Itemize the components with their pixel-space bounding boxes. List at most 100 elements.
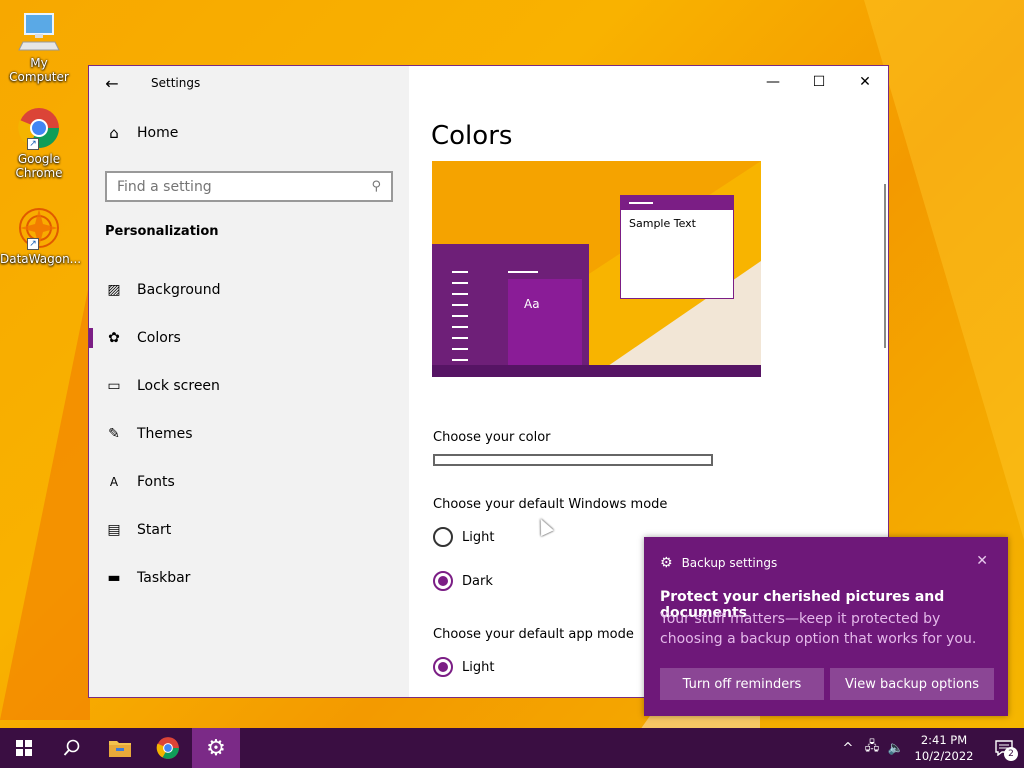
shortcut-arrow-icon: ↗ (27, 138, 39, 150)
personalization-nav: ▨ Background ✿ Colors ▭ Lock screen ✎ Th… (89, 266, 409, 602)
page-title: Colors (431, 121, 513, 151)
start-button[interactable] (0, 728, 48, 768)
desktop-icon-label: Google Chrome (15, 152, 63, 180)
titlebar: ← Settings (89, 66, 409, 100)
back-button[interactable]: ← (89, 66, 135, 100)
action-center-button[interactable]: 2 (984, 728, 1024, 768)
app-mode-label: Choose your default app mode (433, 627, 634, 642)
back-arrow-icon: ← (105, 73, 119, 93)
toast-close-button[interactable]: ✕ (976, 553, 988, 569)
datawagon-icon: ↗ (17, 206, 61, 250)
app-mode-light-radio[interactable]: Light (433, 657, 494, 677)
maximize-button[interactable]: ☐ (796, 66, 842, 98)
preview-tile: Aa (508, 279, 582, 368)
desktop-icon-google-chrome[interactable]: ↗ Google Chrome (0, 106, 78, 180)
close-icon: ✕ (976, 553, 988, 569)
content-scrollbar[interactable] (884, 184, 886, 348)
clock-date: 10/2/2022 (914, 749, 974, 763)
windows-mode-dark-radio[interactable]: Dark (433, 571, 493, 591)
image-icon: ▨ (107, 282, 121, 298)
toast-body: Your stuff matters—keep it protected by … (660, 611, 977, 647)
gear-icon: ⚙ (660, 555, 673, 571)
toast-buttons: Turn off reminders View backup options (660, 668, 994, 700)
fonts-icon: A (109, 475, 119, 489)
search-icon (63, 739, 80, 756)
desktop-icon-datawagon[interactable]: ↗ DataWagon... (0, 206, 82, 266)
nav-item-label: Themes (137, 426, 193, 442)
windows-mode-light-radio[interactable]: Light (433, 527, 494, 547)
settings-taskbar-button[interactable]: ⚙ (192, 728, 240, 768)
volume-icon[interactable]: 🔈 (884, 741, 908, 756)
radio-button (433, 527, 453, 547)
preview-taskbar (432, 365, 761, 377)
search-taskbar-button[interactable] (48, 728, 96, 768)
color-dropdown[interactable] (433, 454, 713, 466)
chrome-icon: ↗ (17, 106, 61, 150)
radio-label: Light (462, 529, 495, 545)
section-label: Personalization (105, 224, 219, 239)
nav-item-taskbar[interactable]: ▬ Taskbar (89, 554, 409, 602)
nav-item-label: Colors (137, 330, 181, 346)
nav-item-label: Taskbar (137, 570, 191, 586)
preview-tile-text: Aa (524, 297, 540, 311)
notification-badge: 2 (1004, 747, 1018, 761)
clock-time: 2:41 PM (920, 733, 968, 747)
nav-item-themes[interactable]: ✎ Themes (89, 410, 409, 458)
toast-app-name: Backup settings (681, 556, 778, 570)
nav-item-lock-screen[interactable]: ▭ Lock screen (89, 362, 409, 410)
view-backup-options-button[interactable]: View backup options (830, 668, 994, 700)
radio-button-checked (433, 571, 453, 591)
taskbar-icon: ▬ (107, 570, 121, 586)
nav-item-colors[interactable]: ✿ Colors (89, 314, 409, 362)
search-box[interactable]: ⚲ (105, 171, 393, 202)
nav-item-fonts[interactable]: A Fonts (89, 458, 409, 506)
file-explorer-button[interactable] (96, 728, 144, 768)
nav-item-label: Lock screen (137, 378, 220, 394)
windows-mode-label: Choose your default Windows mode (433, 497, 668, 512)
minimize-button[interactable]: — (750, 66, 796, 98)
start-icon: ▤ (107, 522, 121, 538)
shortcut-arrow-icon: ↗ (27, 238, 39, 250)
themes-icon: ✎ (108, 426, 120, 442)
window-controls: — ☐ ✕ (750, 66, 888, 98)
maximize-icon: ☐ (812, 74, 826, 90)
close-button[interactable]: ✕ (842, 66, 888, 98)
radio-label: Dark (462, 573, 493, 589)
turn-off-reminders-button[interactable]: Turn off reminders (660, 668, 824, 700)
windows-logo-icon (16, 740, 32, 756)
nav-item-background[interactable]: ▨ Background (89, 266, 409, 314)
nav-item-start[interactable]: ▤ Start (89, 506, 409, 554)
nav-item-label: Start (137, 522, 172, 538)
desktop-icon-label: DataWagon... (0, 252, 82, 266)
radio-label: Light (462, 659, 495, 675)
wallpaper-shard (0, 280, 90, 720)
preview-menu-lines (452, 271, 468, 370)
chevron-up-icon[interactable]: ^ (836, 741, 860, 756)
system-tray: ^ 🖧 🔈 2:41 PM 10/2/2022 2 (836, 728, 1024, 768)
network-icon[interactable]: 🖧 (860, 737, 884, 759)
home-link[interactable]: ⌂ Home (105, 124, 178, 142)
home-label: Home (137, 125, 179, 141)
folder-icon (109, 741, 131, 757)
search-icon: ⚲ (371, 179, 381, 194)
chrome-icon (156, 737, 179, 759)
backup-toast[interactable]: ⚙ Backup settings ✕ Protect your cherish… (644, 537, 1008, 716)
home-icon: ⌂ (109, 124, 119, 142)
nav-item-label: Fonts (137, 474, 175, 490)
desktop-icon-my-computer[interactable]: My Computer (0, 10, 78, 84)
nav-item-label: Background (137, 282, 221, 298)
choose-color-label: Choose your color (433, 430, 551, 445)
search-input[interactable] (117, 178, 372, 195)
lock-screen-icon: ▭ (107, 378, 121, 394)
settings-sidebar: ← Settings ⌂ Home ⚲ Personalization ▨ Ba… (89, 66, 409, 697)
close-icon: ✕ (859, 74, 871, 90)
color-preview: Aa Sample Text (432, 161, 761, 377)
minimize-icon: — (766, 74, 780, 90)
clock[interactable]: 2:41 PM 10/2/2022 (908, 732, 980, 764)
taskbar: ⚙ ^ 🖧 🔈 2:41 PM 10/2/2022 2 (0, 728, 1024, 768)
gear-icon: ⚙ (206, 735, 226, 761)
preview-sample-window: Sample Text (620, 195, 734, 299)
chrome-taskbar-button[interactable] (144, 728, 192, 768)
desktop-icon-label: My Computer (9, 56, 69, 84)
radio-button-checked (433, 657, 453, 677)
